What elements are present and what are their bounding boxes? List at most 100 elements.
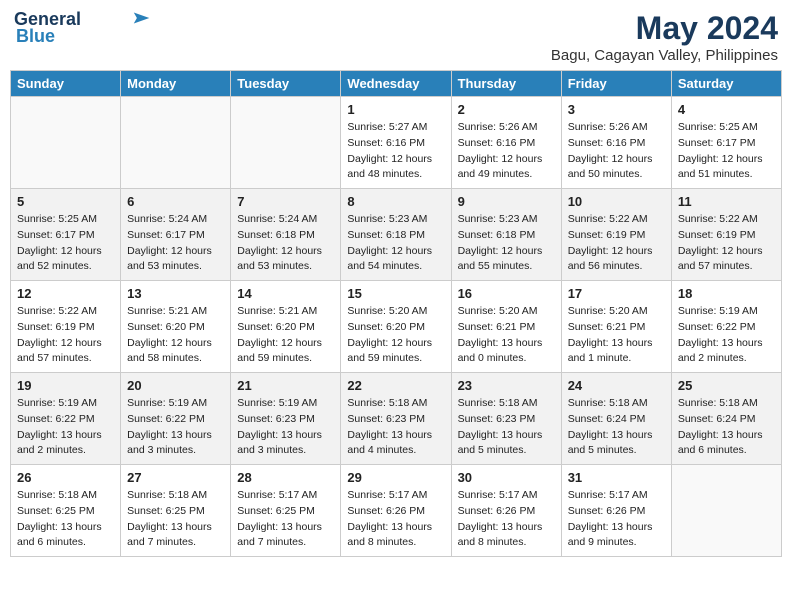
day-info-line: and 3 minutes. (127, 443, 224, 459)
day-number: 20 (127, 378, 224, 393)
day-number: 2 (458, 102, 555, 117)
day-info: Sunrise: 5:18 AMSunset: 6:23 PMDaylight:… (458, 396, 555, 459)
day-number: 11 (678, 194, 775, 209)
day-info-line: Daylight: 13 hours (127, 520, 224, 536)
day-info-line: and 58 minutes. (127, 351, 224, 367)
day-info: Sunrise: 5:17 AMSunset: 6:25 PMDaylight:… (237, 488, 334, 551)
day-info-line: and 0 minutes. (458, 351, 555, 367)
day-number: 15 (347, 286, 444, 301)
day-info-line: Daylight: 12 hours (347, 336, 444, 352)
day-info-line: Daylight: 12 hours (678, 244, 775, 260)
day-info-line: and 53 minutes. (237, 259, 334, 275)
day-number: 19 (17, 378, 114, 393)
day-info-line: Daylight: 13 hours (568, 336, 665, 352)
calendar-table: SundayMondayTuesdayWednesdayThursdayFrid… (10, 70, 782, 557)
day-number: 21 (237, 378, 334, 393)
day-info-line: Daylight: 12 hours (347, 244, 444, 260)
day-info-line: and 2 minutes. (678, 351, 775, 367)
logo-icon (129, 11, 151, 25)
day-number: 26 (17, 470, 114, 485)
day-number: 14 (237, 286, 334, 301)
day-info-line: Daylight: 13 hours (568, 428, 665, 444)
day-info-line: Daylight: 12 hours (568, 244, 665, 260)
weekday-header: Friday (561, 71, 671, 97)
calendar-day-cell: 26 Sunrise: 5:18 AMSunset: 6:25 PMDayligh… (11, 465, 121, 557)
day-info-line: and 56 minutes. (568, 259, 665, 275)
day-info: Sunrise: 5:17 AMSunset: 6:26 PMDaylight:… (347, 488, 444, 551)
title-block: May 2024 Bagu, Cagayan Valley, Philippin… (551, 10, 778, 64)
calendar-week-row: 1 Sunrise: 5:27 AMSunset: 6:16 PMDaylight… (11, 97, 782, 189)
calendar-week-row: 5Sunrise: 5:25 AMSunset: 6:17 PMDaylight… (11, 189, 782, 281)
day-info-line: and 53 minutes. (127, 259, 224, 275)
day-info: Sunrise: 5:25 AMSunset: 6:17 PMDaylight:… (17, 212, 114, 275)
calendar-day-cell: 29 Sunrise: 5:17 AMSunset: 6:26 PMDayligh… (341, 465, 451, 557)
day-number: 24 (568, 378, 665, 393)
day-info-line: Sunset: 6:21 PM (458, 320, 555, 336)
day-info: Sunrise: 5:18 AMSunset: 6:24 PMDaylight:… (678, 396, 775, 459)
day-info-line: Daylight: 13 hours (127, 428, 224, 444)
day-info-line: and 3 minutes. (237, 443, 334, 459)
day-info-line: Sunset: 6:19 PM (17, 320, 114, 336)
day-info: Sunrise: 5:24 AMSunset: 6:17 PMDaylight:… (127, 212, 224, 275)
day-info-line: Sunset: 6:17 PM (678, 136, 775, 152)
day-info-line: Daylight: 12 hours (458, 152, 555, 168)
day-info-line: and 4 minutes. (347, 443, 444, 459)
day-number: 9 (458, 194, 555, 209)
day-number: 22 (347, 378, 444, 393)
day-info: Sunrise: 5:18 AMSunset: 6:23 PMDaylight:… (347, 396, 444, 459)
day-info-line: Sunrise: 5:23 AM (458, 212, 555, 228)
day-info-line: Sunrise: 5:24 AM (237, 212, 334, 228)
day-info: Sunrise: 5:25 AMSunset: 6:17 PMDaylight:… (678, 120, 775, 183)
calendar-day-cell: 5Sunrise: 5:25 AMSunset: 6:17 PMDaylight… (11, 189, 121, 281)
month-year-title: May 2024 (551, 10, 778, 47)
day-info-line: Sunset: 6:22 PM (678, 320, 775, 336)
day-info: Sunrise: 5:18 AMSunset: 6:25 PMDaylight:… (17, 488, 114, 551)
calendar-week-row: 19Sunrise: 5:19 AMSunset: 6:22 PMDayligh… (11, 373, 782, 465)
day-info-line: Daylight: 13 hours (347, 520, 444, 536)
calendar-day-cell: 19Sunrise: 5:19 AMSunset: 6:22 PMDayligh… (11, 373, 121, 465)
day-info-line: and 5 minutes. (568, 443, 665, 459)
day-info-line: and 59 minutes. (347, 351, 444, 367)
day-info-line: and 49 minutes. (458, 167, 555, 183)
day-info-line: Daylight: 13 hours (568, 520, 665, 536)
day-info-line: and 7 minutes. (127, 535, 224, 551)
day-info-line: Sunset: 6:26 PM (458, 504, 555, 520)
day-info-line: Daylight: 12 hours (237, 244, 334, 260)
calendar-day-cell: 17Sunrise: 5:20 AMSunset: 6:21 PMDayligh… (561, 281, 671, 373)
day-info-line: Daylight: 12 hours (127, 336, 224, 352)
calendar-day-cell: 15Sunrise: 5:20 AMSunset: 6:20 PMDayligh… (341, 281, 451, 373)
day-info: Sunrise: 5:20 AMSunset: 6:21 PMDaylight:… (458, 304, 555, 367)
day-info-line: and 50 minutes. (568, 167, 665, 183)
day-info: Sunrise: 5:27 AMSunset: 6:16 PMDaylight:… (347, 120, 444, 183)
calendar-day-cell: 14Sunrise: 5:21 AMSunset: 6:20 PMDayligh… (231, 281, 341, 373)
calendar-day-cell: 8Sunrise: 5:23 AMSunset: 6:18 PMDaylight… (341, 189, 451, 281)
day-info-line: Sunrise: 5:18 AM (127, 488, 224, 504)
day-info: Sunrise: 5:26 AMSunset: 6:16 PMDaylight:… (568, 120, 665, 183)
day-info-line: and 1 minute. (568, 351, 665, 367)
calendar-day-cell: 7Sunrise: 5:24 AMSunset: 6:18 PMDaylight… (231, 189, 341, 281)
calendar-day-cell: 16 Sunrise: 5:20 AMSunset: 6:21 PMDayligh… (451, 281, 561, 373)
day-info-line: Sunset: 6:25 PM (17, 504, 114, 520)
day-info-line: and 5 minutes. (458, 443, 555, 459)
day-number: 23 (458, 378, 555, 393)
day-info-line: Sunset: 6:17 PM (127, 228, 224, 244)
day-info-line: Sunset: 6:25 PM (237, 504, 334, 520)
weekday-header: Tuesday (231, 71, 341, 97)
day-info: Sunrise: 5:26 AMSunset: 6:16 PMDaylight:… (458, 120, 555, 183)
day-info-line: Sunset: 6:20 PM (127, 320, 224, 336)
day-number: 8 (347, 194, 444, 209)
day-info-line: Sunrise: 5:24 AM (127, 212, 224, 228)
calendar-day-cell: 24Sunrise: 5:18 AMSunset: 6:24 PMDayligh… (561, 373, 671, 465)
day-info-line: Daylight: 12 hours (17, 336, 114, 352)
day-info: Sunrise: 5:17 AMSunset: 6:26 PMDaylight:… (568, 488, 665, 551)
day-number: 29 (347, 470, 444, 485)
day-number: 7 (237, 194, 334, 209)
calendar-day-cell (11, 97, 121, 189)
weekday-header: Monday (121, 71, 231, 97)
calendar-day-cell: 1 Sunrise: 5:27 AMSunset: 6:16 PMDaylight… (341, 97, 451, 189)
day-info-line: Daylight: 13 hours (237, 520, 334, 536)
calendar-day-cell (671, 465, 781, 557)
day-number: 16 (458, 286, 555, 301)
day-info-line: Sunset: 6:26 PM (568, 504, 665, 520)
day-number: 1 (347, 102, 444, 117)
